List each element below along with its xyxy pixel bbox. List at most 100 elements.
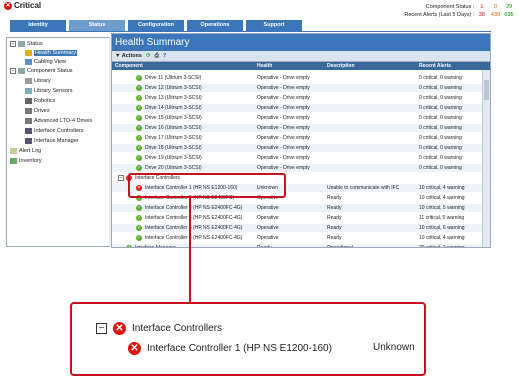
table-row[interactable]: ✓ Drive 15 (Ultrium 3-SCSI) Operative - Dr…: [112, 114, 484, 122]
col-health[interactable]: Health: [257, 63, 272, 69]
ok-check-icon: ✓: [136, 155, 142, 161]
nav-drives[interactable]: Drives: [25, 108, 50, 114]
ok-check-icon: ✓: [136, 125, 142, 131]
description-cell: Ready: [327, 225, 342, 231]
alerts-cell: 10 critical, 4 warning: [419, 185, 465, 191]
health-cell: Ready: [257, 245, 272, 248]
nav-interface-controllers[interactable]: Interface Controllers: [25, 128, 84, 134]
tab-operations[interactable]: Operations: [187, 20, 243, 31]
scrollbar-thumb[interactable]: [484, 80, 489, 100]
nav-status[interactable]: − Status: [10, 41, 43, 47]
nav-robotics[interactable]: Robotics: [25, 98, 55, 104]
alerts-warning-count[interactable]: 439: [489, 11, 501, 19]
component-cell: Drive 13 (Ultrium 3-SCSI): [145, 95, 202, 101]
actions-menu[interactable]: ▼ Actions: [115, 53, 142, 59]
alerts-cell: 0 critical, 0 warning: [419, 145, 462, 151]
table-row[interactable]: ✓ Drive 16 (Ultrium 3-SCSI) Operative - Dr…: [112, 124, 484, 132]
table-row[interactable]: ✓ Drive 13 (Ultrium 3-SCSI) Operative - Dr…: [112, 94, 484, 102]
tab-identity[interactable]: Identity: [10, 20, 66, 31]
table-row[interactable]: ✓ Interface Controller 5 (HP NS E2400FC-4…: [112, 224, 484, 232]
table-row[interactable]: ✓ Drive 11 (Ultrium 3-SCSI) Operative - Dr…: [112, 74, 484, 82]
library-icon: [25, 78, 32, 84]
sensor-icon: [25, 88, 32, 94]
overall-status: Critical: [14, 1, 42, 10]
health-cell: Operative: [257, 225, 279, 231]
tab-support[interactable]: Support: [246, 20, 302, 31]
health-cell: Operative - Drive empty: [257, 165, 310, 171]
zoom-item-label: Interface Controller 1 (HP NS E1200-160): [147, 343, 332, 354]
ok-check-icon: ✓: [136, 75, 142, 81]
health-cell: Operative: [257, 205, 279, 211]
table-row[interactable]: ✓ Drive 17 (Ultrium 3-SCSI) Operative - Dr…: [112, 134, 484, 142]
health-cell: Operative - Drive empty: [257, 95, 310, 101]
alerts-cell: 0 critical, 0 warning: [419, 165, 462, 171]
tab-status[interactable]: Status: [69, 20, 125, 31]
table-row[interactable]: ✓ Drive 18 (Ultrium 3-SCSI) Operative - Dr…: [112, 144, 484, 152]
component-ok-count[interactable]: 29: [503, 3, 515, 11]
nav-cabling-view[interactable]: Cabling View: [25, 59, 66, 65]
table-row[interactable]: ✓ Drive 20 (Ultrium 3-SCSI) Operative - Dr…: [112, 164, 484, 172]
nav-library[interactable]: Library: [25, 78, 51, 84]
description-cell: Ready: [327, 235, 342, 241]
ok-check-icon: ✓: [136, 85, 142, 91]
page-title: Health Summary: [112, 34, 490, 51]
zoom-group-row: − ✕ Interface Controllers: [96, 322, 222, 335]
table-row[interactable]: ✓ Interface Controller 4 (HP NS E2400FC-4…: [112, 214, 484, 222]
collapse-icon[interactable]: −: [118, 175, 124, 181]
nav-health-summary[interactable]: Health Summary: [25, 50, 77, 56]
nav-inventory[interactable]: Inventory: [10, 158, 42, 164]
health-cell: Operative - Drive empty: [257, 145, 310, 151]
nav-alert-log[interactable]: Alert Log: [10, 148, 41, 154]
ok-check-icon: ✓: [136, 225, 142, 231]
tab-divider: [10, 31, 491, 32]
component-cell: Interface Controller 3 (HP NS E2400FC-4G…: [145, 205, 243, 211]
description-cell: Unable to communicate with IFC: [327, 185, 400, 191]
alerts-info-count[interactable]: 695: [503, 11, 515, 19]
status-counters: Component Status : 1 0 29 Recent Alerts …: [404, 3, 515, 19]
error-icon: ✕: [113, 322, 126, 335]
nav-advanced-lto4-drives[interactable]: Advanced LTO-4 Drives: [25, 118, 92, 124]
collapse-icon[interactable]: −: [10, 68, 16, 74]
ok-check-icon: ✓: [136, 105, 142, 111]
col-description[interactable]: Description: [327, 63, 355, 69]
refresh-icon[interactable]: ⟳: [146, 53, 151, 59]
controller-icon: [25, 128, 32, 134]
table-row[interactable]: ✓ Interface Controller 6 (HP NS E2400FC-4…: [112, 234, 484, 242]
col-recent-alerts[interactable]: Recent Alerts: [419, 63, 451, 69]
print-icon[interactable]: ⎙: [155, 53, 159, 60]
ok-check-icon: ✓: [136, 135, 142, 141]
description-cell: Ready: [327, 205, 342, 211]
health-cell: Operative - Drive empty: [257, 85, 310, 91]
nav-library-sensors[interactable]: Library Sensors: [25, 88, 73, 94]
nav-interface-manager[interactable]: Interface Manager: [25, 138, 79, 144]
health-cell: Operative - Drive empty: [257, 135, 310, 141]
component-cell: Drive 16 (Ultrium 3-SCSI): [145, 125, 202, 131]
log-icon: [10, 148, 17, 154]
alerts-critical-count[interactable]: 38: [476, 11, 488, 19]
nav-component-status[interactable]: − Component Status: [10, 68, 73, 74]
alerts-cell: 0 critical, 0 warning: [419, 105, 462, 111]
table-scrollbar[interactable]: [482, 70, 490, 247]
health-cell: Operative - Drive empty: [257, 105, 310, 111]
folder-icon: [18, 68, 25, 74]
alerts-cell: 10 critical, 4 warning: [419, 195, 465, 201]
drive-icon: [25, 118, 32, 124]
collapse-icon[interactable]: −: [10, 41, 16, 47]
ok-check-icon: ✓: [126, 245, 132, 247]
collapse-icon: −: [96, 323, 107, 334]
col-component[interactable]: Component: [115, 63, 143, 69]
component-cell: Drive 17 (Ultrium 3-SCSI): [145, 135, 202, 141]
help-icon[interactable]: ?: [163, 53, 166, 59]
component-cell: Interface Controller 5 (HP NS E2400FC-4G…: [145, 225, 243, 231]
component-warning-count[interactable]: 0: [489, 3, 501, 11]
component-critical-count[interactable]: 1: [476, 3, 488, 11]
table-row[interactable]: ✓ Interface Manager Ready Operational 20 cri…: [112, 244, 484, 248]
table-row[interactable]: ✓ Drive 19 (Ultrium 3-SCSI) Operative - Dr…: [112, 154, 484, 162]
table-row[interactable]: ✓ Drive 14 (Ultrium 3-SCSI) Operative - Dr…: [112, 104, 484, 112]
alerts-cell: 0 critical, 0 warning: [419, 155, 462, 161]
table-row[interactable]: ✓ Interface Controller 3 (HP NS E2400FC-4…: [112, 204, 484, 212]
highlight-box: [128, 173, 286, 198]
table-row[interactable]: ✓ Drive 12 (Ultrium 3-SCSI) Operative - Dr…: [112, 84, 484, 92]
tab-configuration[interactable]: Configuration: [128, 20, 184, 31]
component-cell: Interface Controller 4 (HP NS E2400FC-4G…: [145, 215, 243, 221]
